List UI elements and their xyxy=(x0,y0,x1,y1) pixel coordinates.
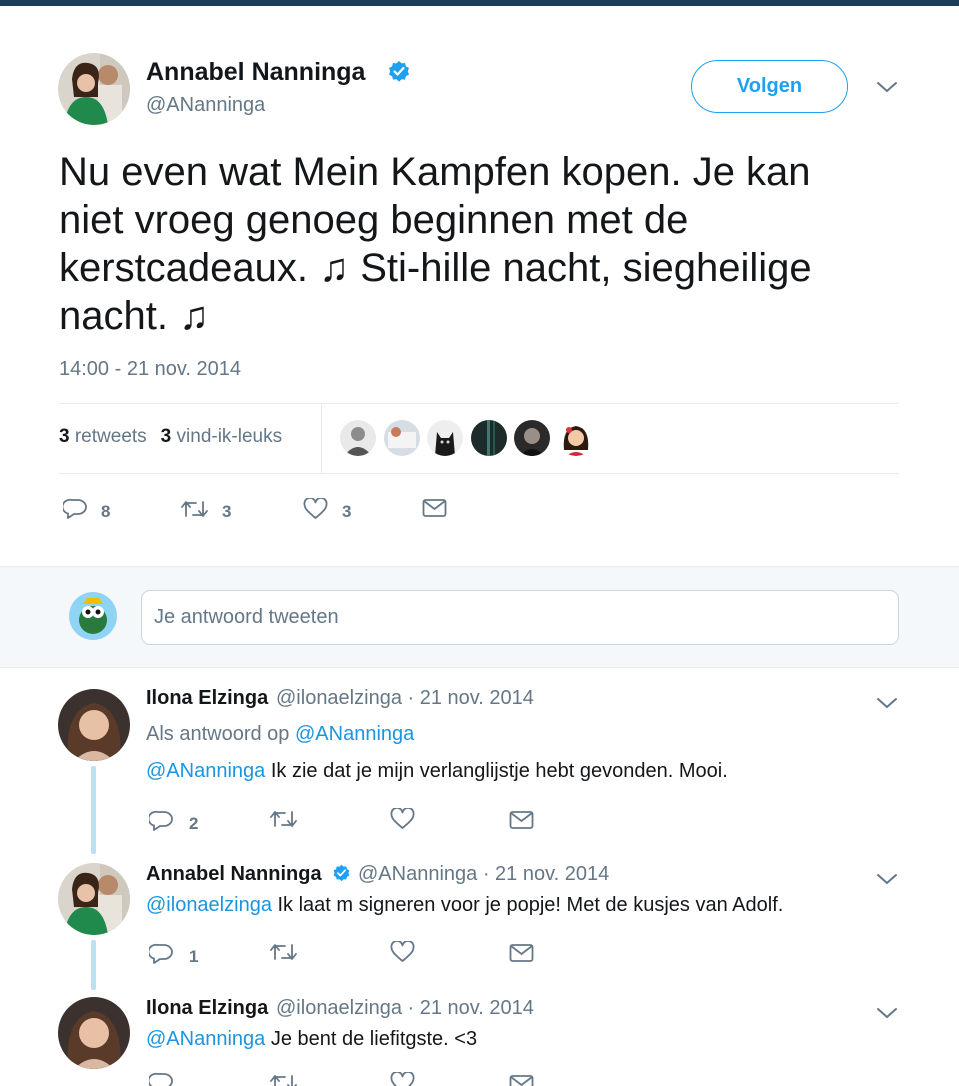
heart-icon xyxy=(390,1072,415,1086)
reply-count: 1 xyxy=(189,947,199,966)
reply-context-handle[interactable]: @ANanninga xyxy=(295,723,414,745)
reply-author-name[interactable]: Annabel Nanninga xyxy=(146,863,322,886)
direct-message-action[interactable] xyxy=(422,498,447,518)
verified-icon xyxy=(389,61,409,82)
reply-text: @ANanninga Ik zie dat je mijn verlanglij… xyxy=(146,760,728,783)
reply-author-name[interactable]: Ilona Elzinga xyxy=(146,687,268,710)
heart-icon xyxy=(390,941,415,962)
reply-author-name[interactable]: Ilona Elzinga xyxy=(146,997,268,1020)
mention-link[interactable]: @ANanninga xyxy=(146,760,265,782)
chevron-down-icon[interactable] xyxy=(876,1006,898,1020)
like-label: vind-ik-leuks xyxy=(176,426,283,447)
heart-icon xyxy=(390,808,415,829)
liker-avatar[interactable] xyxy=(514,420,550,456)
heart-icon xyxy=(303,498,328,519)
mail-icon xyxy=(422,499,447,517)
chevron-down-icon[interactable] xyxy=(876,696,898,710)
tweet-stats[interactable]: 3 retweets 3 vind-ik-leuks xyxy=(59,426,282,448)
reply-body: Ik zie dat je mijn verlanglijstje hebt g… xyxy=(265,760,728,782)
tweet-timestamp[interactable]: 14:00 - 21 nov. 2014 xyxy=(59,358,241,381)
reply-count: 2 xyxy=(189,814,199,833)
thread-line xyxy=(91,766,96,854)
reply-icon xyxy=(149,1072,173,1086)
direct-message-action[interactable] xyxy=(509,943,534,963)
verified-icon xyxy=(333,864,350,882)
reply-meta: @ilonaelzinga · 21 nov. 2014 xyxy=(276,687,534,710)
reply-action[interactable]: 2 xyxy=(149,808,198,834)
reply-meta: @ANanninga · 21 nov. 2014 xyxy=(358,863,609,886)
reply-meta: @ilonaelzinga · 21 nov. 2014 xyxy=(276,997,534,1020)
reply-icon xyxy=(149,810,173,831)
retweet-action[interactable] xyxy=(270,1072,297,1086)
like-count: 3 xyxy=(160,426,172,447)
mail-icon xyxy=(509,944,534,962)
music-note-emoji: ♫ xyxy=(179,294,210,338)
reply-count: 8 xyxy=(101,502,111,521)
tweet-card: Annabel Nanninga @ANanninga Volgen Nu ev… xyxy=(0,6,959,1086)
thread-line xyxy=(91,940,96,990)
reply-icon xyxy=(63,498,87,519)
divider xyxy=(59,473,899,474)
chevron-down-icon[interactable] xyxy=(876,80,898,94)
reply-date[interactable]: · 21 nov. 2014 xyxy=(402,997,533,1019)
reply-input[interactable]: Je antwoord tweeten xyxy=(141,590,899,645)
author-avatar[interactable] xyxy=(58,53,130,125)
liker-avatar[interactable] xyxy=(427,420,463,456)
direct-message-action[interactable] xyxy=(509,1074,534,1086)
retweet-action[interactable]: 3 xyxy=(181,496,231,522)
liker-avatar[interactable] xyxy=(340,420,376,456)
retweet-action[interactable] xyxy=(270,808,297,830)
reply-action[interactable]: 8 xyxy=(63,496,110,522)
like-action[interactable] xyxy=(390,808,415,830)
reply-context: Als antwoord op @ANanninga xyxy=(146,723,414,746)
like-action[interactable]: 3 xyxy=(303,496,351,522)
reply-text: @ANanninga Je bent de liefitgste. <3 xyxy=(146,1028,477,1051)
reply-author-avatar[interactable] xyxy=(58,689,130,761)
mention-link[interactable]: @ANanninga xyxy=(146,1028,265,1050)
stats-divider xyxy=(321,403,322,473)
music-note-emoji: ♫ xyxy=(319,246,350,290)
retweet-icon xyxy=(270,1075,297,1086)
liker-avatar[interactable] xyxy=(558,420,594,456)
like-action[interactable] xyxy=(390,941,415,963)
divider xyxy=(59,403,899,404)
author-name[interactable]: Annabel Nanninga xyxy=(146,58,365,87)
reply-action[interactable]: 1 xyxy=(149,941,198,967)
mail-icon xyxy=(509,811,534,829)
mention-link[interactable]: @ilonaelzinga xyxy=(146,894,272,916)
like-action-count: 3 xyxy=(342,502,352,521)
tweet-text: Nu even wat Mein Kampfen kopen. Je kan n… xyxy=(59,148,859,340)
retweet-icon xyxy=(270,944,297,960)
reply-action[interactable] xyxy=(149,1072,173,1086)
mail-icon xyxy=(509,1075,534,1086)
like-action[interactable] xyxy=(390,1072,415,1086)
reply-body: Ik laat m signeren voor je popje! Met de… xyxy=(271,894,784,916)
reply-author-handle[interactable]: @ilonaelzinga xyxy=(276,997,402,1019)
reply-author-avatar[interactable] xyxy=(58,863,130,935)
current-user-avatar[interactable] xyxy=(69,592,117,640)
retweet-action[interactable] xyxy=(270,941,297,963)
reply-input-placeholder: Je antwoord tweeten xyxy=(154,606,339,628)
reply-text: @ilonaelzinga Ik laat m signeren voor je… xyxy=(146,894,783,917)
reply-author-avatar[interactable] xyxy=(58,997,130,1069)
reply-date[interactable]: · 21 nov. 2014 xyxy=(477,863,609,885)
liker-avatar[interactable] xyxy=(471,420,507,456)
chevron-down-icon[interactable] xyxy=(876,872,898,886)
author-handle[interactable]: @ANanninga xyxy=(146,94,265,117)
follow-button[interactable]: Volgen xyxy=(691,60,848,113)
reply-body: Je bent de liefitgste. <3 xyxy=(265,1028,478,1050)
reply-date[interactable]: · 21 nov. 2014 xyxy=(402,687,533,709)
reply-author-handle[interactable]: @ilonaelzinga xyxy=(276,687,402,709)
retweet-label: retweets xyxy=(74,426,147,447)
reply-context-prefix: Als antwoord op xyxy=(146,723,295,745)
direct-message-action[interactable] xyxy=(509,810,534,830)
retweet-icon xyxy=(181,501,208,517)
reply-icon xyxy=(149,943,173,964)
reply-author-handle[interactable]: @ANanninga xyxy=(358,863,477,885)
liker-avatar[interactable] xyxy=(384,420,420,456)
retweet-action-count: 3 xyxy=(222,502,232,521)
retweet-count: 3 xyxy=(59,426,70,447)
retweet-icon xyxy=(270,811,297,827)
